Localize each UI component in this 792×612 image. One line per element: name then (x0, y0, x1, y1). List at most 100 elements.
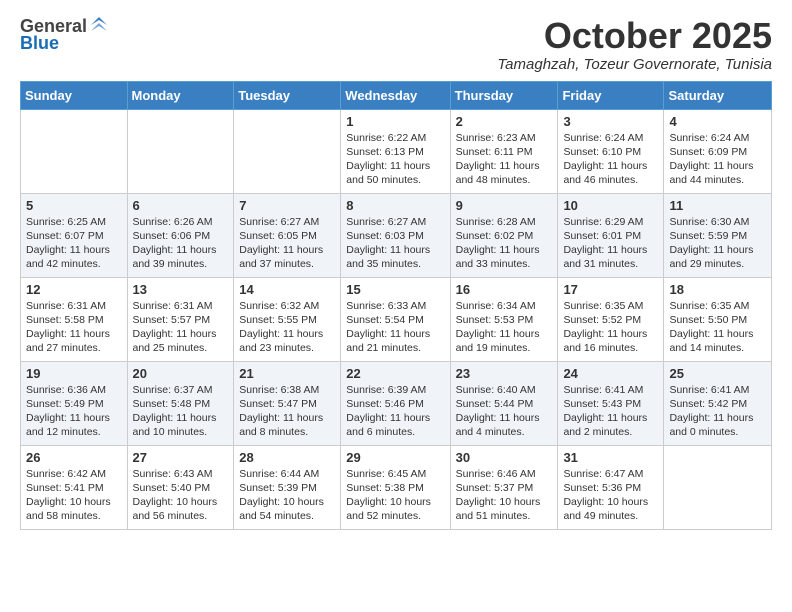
calendar-cell: 27 Sunrise: 6:43 AM Sunset: 5:40 PM Dayli… (127, 445, 234, 529)
column-header-thursday: Thursday (450, 81, 558, 109)
calendar-week-row: 12Sunrise: 6:31 AM Sunset: 5:58 PM Dayli… (21, 277, 772, 361)
day-number: 5 (26, 198, 122, 213)
day-number: 15 (346, 282, 444, 297)
column-header-friday: Friday (558, 81, 664, 109)
day-info: Sunrise: 6:39 AM Sunset: 5:46 PM Dayligh… (346, 383, 444, 440)
day-info: Sunrise: 6:28 AM Sunset: 6:02 PM Dayligh… (456, 215, 553, 272)
calendar-cell: 25 Sunrise: 6:41 AM Sunset: 5:42 PM Dayli… (664, 361, 772, 445)
calendar-cell: 14 Sunrise: 6:32 AM Sunset: 5:55 PM Dayli… (234, 277, 341, 361)
day-number: 23 (456, 366, 553, 381)
day-info: Sunrise: 6:22 AM Sunset: 6:13 PM Dayligh… (346, 131, 444, 188)
calendar-cell (234, 109, 341, 193)
calendar-cell: 11 Sunrise: 6:30 AM Sunset: 5:59 PM Dayli… (664, 193, 772, 277)
day-number: 6 (133, 198, 229, 213)
calendar-week-row: 26 Sunrise: 6:42 AM Sunset: 5:41 PM Dayli… (21, 445, 772, 529)
day-number: 12 (26, 282, 122, 297)
column-header-saturday: Saturday (664, 81, 772, 109)
day-number: 9 (456, 198, 553, 213)
day-info: Sunrise: 6:35 AM Sunset: 5:50 PM Dayligh… (669, 299, 766, 356)
day-info: Sunrise: 6:31 AM Sunset: 5:57 PM Dayligh… (133, 299, 229, 356)
day-info: Sunrise: 6:23 AM Sunset: 6:11 PM Dayligh… (456, 131, 553, 188)
day-number: 4 (669, 114, 766, 129)
day-number: 27 (133, 450, 229, 465)
calendar-cell: 15 Sunrise: 6:33 AM Sunset: 5:54 PM Dayli… (341, 277, 450, 361)
column-header-sunday: Sunday (21, 81, 128, 109)
day-info: Sunrise: 6:43 AM Sunset: 5:40 PM Dayligh… (133, 467, 229, 524)
calendar-header-row: SundayMondayTuesdayWednesdayThursdayFrid… (21, 81, 772, 109)
month-title: October 2025 (497, 16, 772, 56)
calendar-cell: 26 Sunrise: 6:42 AM Sunset: 5:41 PM Dayli… (21, 445, 128, 529)
day-number: 26 (26, 450, 122, 465)
calendar-cell: 21Sunrise: 6:38 AM Sunset: 5:47 PM Dayli… (234, 361, 341, 445)
day-number: 10 (563, 198, 658, 213)
logo: General Blue (20, 16, 109, 54)
day-number: 24 (563, 366, 658, 381)
calendar-cell: 6 Sunrise: 6:26 AM Sunset: 6:06 PM Daylig… (127, 193, 234, 277)
day-info: Sunrise: 6:24 AM Sunset: 6:09 PM Dayligh… (669, 131, 766, 188)
calendar-cell: 20Sunrise: 6:37 AM Sunset: 5:48 PM Dayli… (127, 361, 234, 445)
day-info: Sunrise: 6:29 AM Sunset: 6:01 PM Dayligh… (563, 215, 658, 272)
day-info: Sunrise: 6:34 AM Sunset: 5:53 PM Dayligh… (456, 299, 553, 356)
day-number: 1 (346, 114, 444, 129)
day-info: Sunrise: 6:32 AM Sunset: 5:55 PM Dayligh… (239, 299, 335, 356)
day-number: 29 (346, 450, 444, 465)
calendar-cell: 13 Sunrise: 6:31 AM Sunset: 5:57 PM Dayli… (127, 277, 234, 361)
day-number: 14 (239, 282, 335, 297)
calendar-cell (21, 109, 128, 193)
calendar-cell: 19Sunrise: 6:36 AM Sunset: 5:49 PM Dayli… (21, 361, 128, 445)
day-number: 13 (133, 282, 229, 297)
day-info: Sunrise: 6:46 AM Sunset: 5:37 PM Dayligh… (456, 467, 553, 524)
day-info: Sunrise: 6:35 AM Sunset: 5:52 PM Dayligh… (563, 299, 658, 356)
day-info: Sunrise: 6:41 AM Sunset: 5:43 PM Dayligh… (563, 383, 658, 440)
day-info: Sunrise: 6:42 AM Sunset: 5:41 PM Dayligh… (26, 467, 122, 524)
day-number: 16 (456, 282, 553, 297)
column-header-wednesday: Wednesday (341, 81, 450, 109)
calendar-cell: 18 Sunrise: 6:35 AM Sunset: 5:50 PM Dayli… (664, 277, 772, 361)
calendar-cell: 22Sunrise: 6:39 AM Sunset: 5:46 PM Dayli… (341, 361, 450, 445)
day-info: Sunrise: 6:30 AM Sunset: 5:59 PM Dayligh… (669, 215, 766, 272)
calendar-cell: 24 Sunrise: 6:41 AM Sunset: 5:43 PM Dayli… (558, 361, 664, 445)
day-number: 19 (26, 366, 122, 381)
day-info: Sunrise: 6:24 AM Sunset: 6:10 PM Dayligh… (563, 131, 658, 188)
day-info: Sunrise: 6:41 AM Sunset: 5:42 PM Dayligh… (669, 383, 766, 440)
day-number: 18 (669, 282, 766, 297)
calendar-cell: 12Sunrise: 6:31 AM Sunset: 5:58 PM Dayli… (21, 277, 128, 361)
calendar-cell (127, 109, 234, 193)
calendar-week-row: 19Sunrise: 6:36 AM Sunset: 5:49 PM Dayli… (21, 361, 772, 445)
calendar-cell: 29Sunrise: 6:45 AM Sunset: 5:38 PM Dayli… (341, 445, 450, 529)
day-number: 8 (346, 198, 444, 213)
calendar-week-row: 5 Sunrise: 6:25 AM Sunset: 6:07 PM Daylig… (21, 193, 772, 277)
day-info: Sunrise: 6:27 AM Sunset: 6:03 PM Dayligh… (346, 215, 444, 272)
day-info: Sunrise: 6:26 AM Sunset: 6:06 PM Dayligh… (133, 215, 229, 272)
day-info: Sunrise: 6:47 AM Sunset: 5:36 PM Dayligh… (563, 467, 658, 524)
day-number: 31 (563, 450, 658, 465)
day-number: 25 (669, 366, 766, 381)
day-number: 28 (239, 450, 335, 465)
day-info: Sunrise: 6:38 AM Sunset: 5:47 PM Dayligh… (239, 383, 335, 440)
calendar-cell: 16 Sunrise: 6:34 AM Sunset: 5:53 PM Dayli… (450, 277, 558, 361)
calendar-cell: 23Sunrise: 6:40 AM Sunset: 5:44 PM Dayli… (450, 361, 558, 445)
page: General Blue October 2025 Tamaghzah, Toz… (0, 0, 792, 612)
calendar-cell: 4 Sunrise: 6:24 AM Sunset: 6:09 PM Daylig… (664, 109, 772, 193)
calendar-cell: 1 Sunrise: 6:22 AM Sunset: 6:13 PM Daylig… (341, 109, 450, 193)
subtitle: Tamaghzah, Tozeur Governorate, Tunisia (497, 56, 772, 73)
day-info: Sunrise: 6:27 AM Sunset: 6:05 PM Dayligh… (239, 215, 335, 272)
column-header-tuesday: Tuesday (234, 81, 341, 109)
calendar-cell: 28 Sunrise: 6:44 AM Sunset: 5:39 PM Dayli… (234, 445, 341, 529)
logo-arrow-icon (89, 15, 109, 35)
day-info: Sunrise: 6:25 AM Sunset: 6:07 PM Dayligh… (26, 215, 122, 272)
calendar-cell: 7Sunrise: 6:27 AM Sunset: 6:05 PM Daylig… (234, 193, 341, 277)
calendar-week-row: 1 Sunrise: 6:22 AM Sunset: 6:13 PM Daylig… (21, 109, 772, 193)
day-number: 11 (669, 198, 766, 213)
day-number: 30 (456, 450, 553, 465)
day-info: Sunrise: 6:33 AM Sunset: 5:54 PM Dayligh… (346, 299, 444, 356)
calendar-cell: 30 Sunrise: 6:46 AM Sunset: 5:37 PM Dayli… (450, 445, 558, 529)
calendar-cell: 8 Sunrise: 6:27 AM Sunset: 6:03 PM Daylig… (341, 193, 450, 277)
day-number: 3 (563, 114, 658, 129)
day-number: 2 (456, 114, 553, 129)
logo-blue-text: Blue (20, 33, 59, 54)
day-info: Sunrise: 6:44 AM Sunset: 5:39 PM Dayligh… (239, 467, 335, 524)
calendar-table: SundayMondayTuesdayWednesdayThursdayFrid… (20, 81, 772, 530)
day-info: Sunrise: 6:37 AM Sunset: 5:48 PM Dayligh… (133, 383, 229, 440)
calendar-cell: 9 Sunrise: 6:28 AM Sunset: 6:02 PM Daylig… (450, 193, 558, 277)
